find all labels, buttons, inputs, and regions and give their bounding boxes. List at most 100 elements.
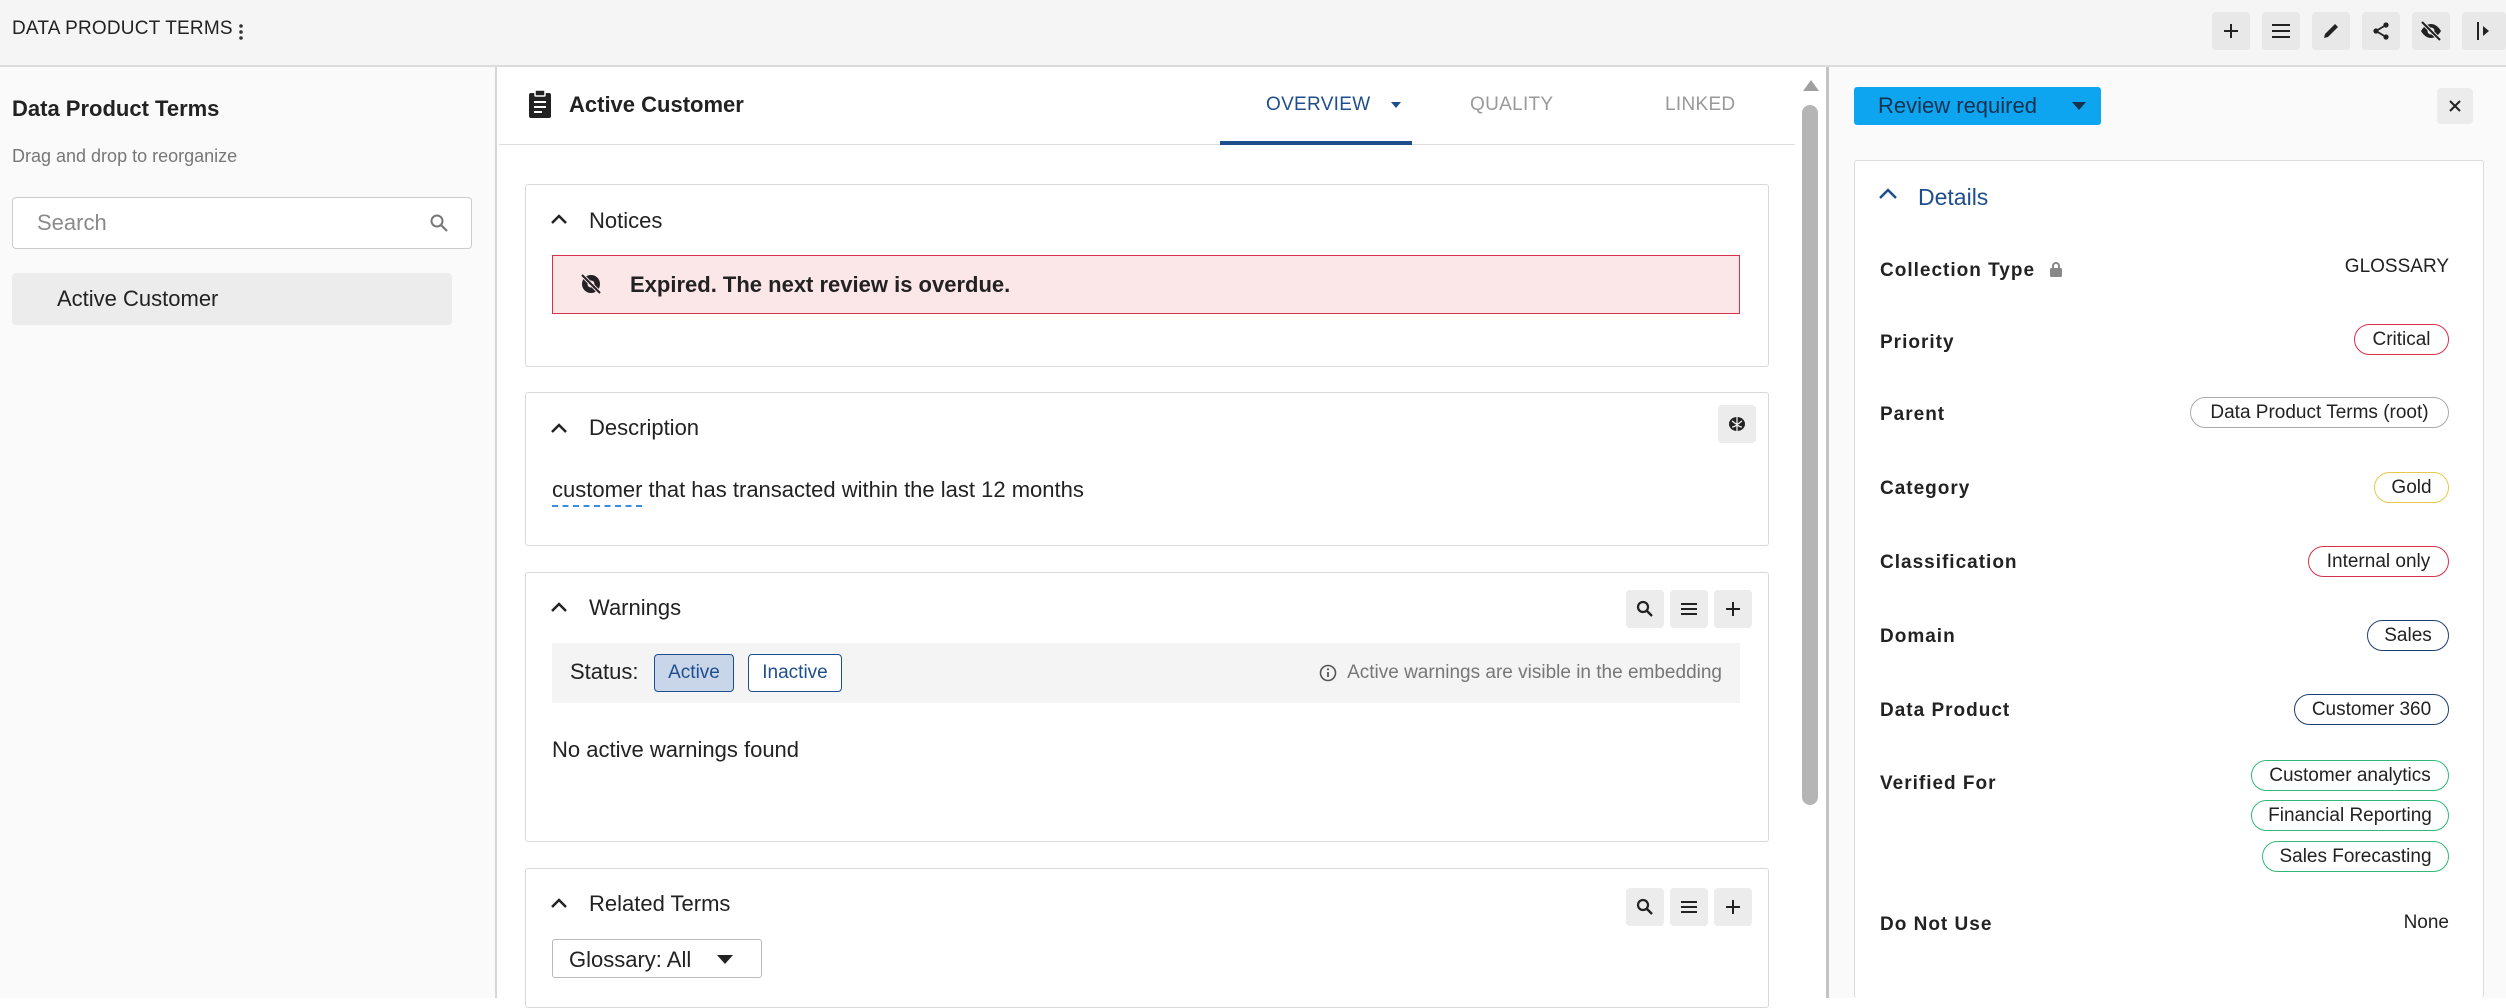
- add-button[interactable]: [2212, 12, 2250, 50]
- review-required-button[interactable]: Review required: [1854, 87, 2101, 125]
- filter-inactive-button[interactable]: Inactive: [748, 654, 842, 692]
- menu-icon: [1681, 901, 1697, 913]
- add-warning-button[interactable]: [1714, 590, 1752, 628]
- glossary-dropdown[interactable]: Glossary: All: [552, 939, 762, 978]
- notice-message: Expired. The next review is overdue.: [630, 272, 1011, 297]
- chevron-up-icon[interactable]: [550, 422, 568, 434]
- details-card: [1854, 160, 2484, 998]
- warnings-card: Warnings Status: Active Inactive Active …: [525, 572, 1769, 842]
- hide-button[interactable]: [2412, 12, 2450, 50]
- app-title: DATA PRODUCT TERMS: [12, 18, 233, 39]
- sidebar-item-active-customer[interactable]: Active Customer: [12, 273, 452, 325]
- menu-icon: [1681, 603, 1697, 615]
- notice-banner: Expired. The next review is overdue.: [552, 255, 1740, 314]
- visibility-off-icon: [2420, 21, 2442, 41]
- warning-status-bar: Status: Active Inactive Active warnings …: [552, 643, 1740, 703]
- classification-tag: Internal only: [2308, 546, 2449, 577]
- empty-warnings-text: No active warnings found: [552, 737, 800, 762]
- details-title[interactable]: Details: [1918, 184, 1988, 211]
- data-product-label: Data Product: [1880, 700, 2011, 721]
- verified-for-tag: Financial Reporting: [2251, 800, 2449, 831]
- warnings-menu-button[interactable]: [1670, 590, 1708, 628]
- edit-button[interactable]: [2312, 12, 2350, 50]
- glossary-dropdown-value: Glossary: All: [569, 947, 692, 972]
- description-card: Description customer that has transacted …: [525, 392, 1769, 546]
- do-not-use-label: Do Not Use: [1880, 914, 1993, 935]
- category-label: Category: [1880, 478, 1971, 499]
- chevron-up-icon[interactable]: [550, 897, 568, 909]
- sidebar-item-label: Active Customer: [57, 286, 219, 311]
- verified-for-label: Verified For: [1880, 773, 1997, 794]
- parent-label: Parent: [1880, 404, 1946, 425]
- collapse-panel-button[interactable]: [2462, 12, 2506, 50]
- collection-type-value: GLOSSARY: [2344, 256, 2449, 277]
- top-bar: DATA PRODUCT TERMS: [0, 0, 2506, 67]
- verified-for-tag: Customer analytics: [2251, 760, 2449, 791]
- lock-icon: [2050, 262, 2063, 277]
- description-body: that has transacted within the last 12 m…: [648, 477, 1084, 502]
- edit-icon: [2324, 24, 2338, 38]
- sidebar-search[interactable]: [12, 197, 472, 249]
- sidebar-title: Data Product Terms: [12, 96, 220, 121]
- chevron-down-icon: [1391, 101, 1402, 108]
- kebab-icon[interactable]: [234, 20, 248, 44]
- search-icon: [1636, 600, 1653, 617]
- caret-down-icon: [717, 955, 733, 964]
- chevron-up-icon[interactable]: [550, 601, 568, 613]
- chevron-up-icon[interactable]: [1878, 187, 1898, 200]
- description-text: customer that has transacted within the l…: [552, 477, 1084, 507]
- category-tag: Gold: [2374, 472, 2449, 503]
- document-icon: [529, 89, 551, 118]
- domain-tag[interactable]: Sales: [2367, 620, 2449, 651]
- filter-active-button[interactable]: Active: [654, 654, 734, 692]
- share-button[interactable]: [2362, 12, 2400, 50]
- priority-tag: Critical: [2354, 324, 2449, 355]
- list-menu-button[interactable]: [2262, 12, 2300, 50]
- active-tab-indicator: [1220, 141, 1412, 145]
- search-related-button[interactable]: [1626, 888, 1664, 926]
- do-not-use-value: None: [2403, 912, 2449, 933]
- search-warnings-button[interactable]: [1626, 590, 1664, 628]
- add-icon: [1726, 602, 1740, 616]
- chevron-up-icon[interactable]: [550, 213, 568, 225]
- info-text: Active warnings are visible in the embed…: [1347, 662, 1722, 683]
- priority-label: Priority: [1880, 332, 1955, 353]
- related-menu-button[interactable]: [1670, 888, 1708, 926]
- collapse-panel-icon: [2477, 22, 2489, 40]
- tab-quality[interactable]: QUALITY: [1470, 94, 1553, 116]
- search-icon: [430, 214, 448, 232]
- menu-icon: [2272, 24, 2290, 38]
- close-icon: [2449, 100, 2461, 112]
- visibility-off-icon: [580, 273, 602, 295]
- description-title: Description: [589, 415, 700, 440]
- info-note: Active warnings are visible in the embed…: [1319, 662, 1722, 684]
- data-product-tag[interactable]: Customer 360: [2294, 694, 2449, 725]
- collection-type-label: Collection Type: [1880, 260, 2063, 282]
- ai-button[interactable]: [1718, 405, 1756, 443]
- add-related-button[interactable]: [1714, 888, 1752, 926]
- classification-label: Classification: [1880, 552, 2018, 573]
- scroll-up-arrow[interactable]: [1803, 80, 1819, 91]
- brain-icon: [1729, 417, 1745, 431]
- search-icon: [1636, 898, 1653, 915]
- domain-label: Domain: [1880, 626, 1956, 647]
- warnings-title: Warnings: [589, 595, 682, 620]
- page-title: Active Customer: [569, 92, 744, 117]
- tab-linked[interactable]: LINKED: [1665, 94, 1735, 116]
- close-panel-button[interactable]: [2437, 88, 2473, 124]
- add-icon: [2224, 24, 2238, 38]
- share-icon: [2373, 22, 2389, 40]
- review-button-label: Review required: [1878, 93, 2037, 118]
- info-icon: [1319, 664, 1337, 682]
- search-input[interactable]: [37, 208, 417, 238]
- notices-title: Notices: [589, 208, 663, 233]
- scrollbar-thumb[interactable]: [1802, 105, 1818, 805]
- tab-overview[interactable]: OVERVIEW: [1266, 94, 1402, 116]
- notices-card: Notices Expired. The next review is over…: [525, 184, 1769, 367]
- parent-tag[interactable]: Data Product Terms (root): [2190, 397, 2449, 428]
- status-label: Status:: [570, 659, 639, 684]
- related-terms-title: Related Terms: [589, 891, 731, 916]
- caret-down-icon[interactable]: [2072, 102, 2086, 110]
- term-link[interactable]: customer: [552, 477, 643, 507]
- add-icon: [1726, 900, 1740, 914]
